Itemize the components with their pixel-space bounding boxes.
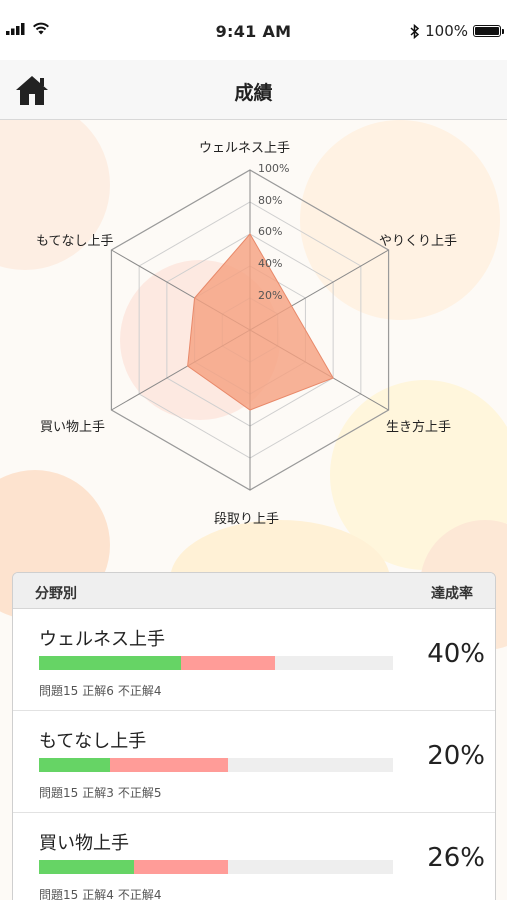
achievement-rate: 20% <box>427 741 485 771</box>
battery-icon <box>473 25 504 37</box>
incorrect-count: 不正解4 <box>117 684 162 698</box>
axis-label-yarikuri: やりくり上手 <box>379 234 458 249</box>
questions-count: 問題15 <box>39 786 79 800</box>
achievement-rate: 26% <box>427 843 485 873</box>
correct-bar <box>39 656 181 670</box>
progress-track <box>39 860 393 874</box>
correct-count: 正解3 <box>82 786 114 800</box>
progress-track <box>39 758 393 772</box>
battery-percent: 100% <box>425 22 468 40</box>
achievement-rate: 40% <box>427 639 485 669</box>
status-bar: 9:41 AM 100% <box>0 0 507 60</box>
progress-track <box>39 656 393 670</box>
score-row-motenashi[interactable]: もてなし上手 問題15 正解3 不正解5 20% <box>13 711 495 813</box>
radar-chart-svg <box>110 169 390 491</box>
row-name: もてなし上手 <box>39 731 147 752</box>
bluetooth-icon <box>410 23 420 39</box>
radar-chart: ウェルネス上手 やりくり上手 生き方上手 段取り上手 買い物上手 もてなし上手 … <box>0 120 507 550</box>
tick-label-40: 40% <box>258 257 283 270</box>
correct-bar <box>39 758 110 772</box>
score-panel: 分野別 達成率 ウェルネス上手 問題15 正解6 不正解4 40% もてなし上手 問… <box>12 572 496 900</box>
tick-label-60: 60% <box>258 225 283 238</box>
page-title: 成績 <box>234 82 273 104</box>
correct-bar <box>39 860 134 874</box>
incorrect-bar <box>180 656 276 670</box>
row-stats: 問題15 正解6 不正解4 <box>39 682 166 699</box>
axis-label-motenashi: もてなし上手 <box>36 234 114 249</box>
incorrect-count: 不正解4 <box>117 888 162 900</box>
axis-label-ikikata: 生き方上手 <box>386 420 452 435</box>
axis-label-dandori: 段取り上手 <box>214 512 280 527</box>
tick-label-100: 100% <box>258 162 290 175</box>
panel-header: 分野別 達成率 <box>13 573 495 609</box>
header-field-label: 分野別 <box>35 586 77 602</box>
questions-count: 問題15 <box>39 684 79 698</box>
row-stats: 問題15 正解3 不正解5 <box>39 784 166 801</box>
tick-label-20: 20% <box>258 289 283 302</box>
row-name: ウェルネス上手 <box>39 629 165 650</box>
incorrect-count: 不正解5 <box>117 786 162 800</box>
nav-bar: 成績 <box>0 60 507 120</box>
axis-label-kaimono: 買い物上手 <box>40 420 106 435</box>
correct-count: 正解6 <box>82 684 114 698</box>
correct-count: 正解4 <box>82 888 114 900</box>
incorrect-bar <box>133 860 229 874</box>
score-row-kaimono[interactable]: 買い物上手 問題15 正解4 不正解4 26% <box>13 813 495 900</box>
axis-label-wellness: ウェルネス上手 <box>199 141 291 156</box>
row-name: 買い物上手 <box>39 833 129 854</box>
incorrect-bar <box>109 758 228 772</box>
row-stats: 問題15 正解4 不正解4 <box>39 886 166 900</box>
questions-count: 問題15 <box>39 888 79 900</box>
score-row-wellness[interactable]: ウェルネス上手 問題15 正解6 不正解4 40% <box>13 609 495 711</box>
header-rate-label: 達成率 <box>431 586 473 602</box>
tick-label-80: 80% <box>258 194 283 207</box>
